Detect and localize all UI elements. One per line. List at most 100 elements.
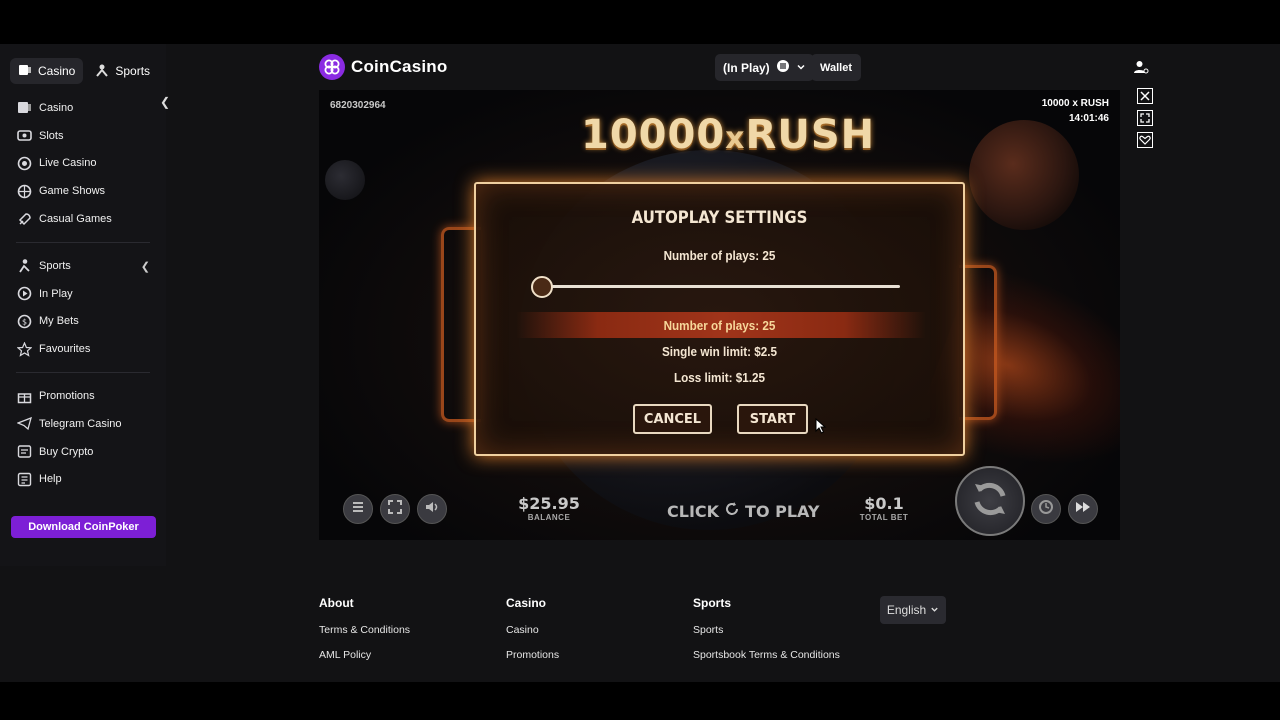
sidebar-item-favourites[interactable]: Favourites (16, 335, 166, 363)
telegram-icon (16, 415, 33, 432)
game-logo-x: x (725, 121, 746, 156)
play-icon (16, 285, 33, 302)
tab-casino[interactable]: Casino (10, 58, 84, 84)
start-button[interactable]: START (737, 404, 808, 434)
mouse-cursor-icon (815, 417, 827, 439)
footer-sports: Sports Sports Sportsbook Terms & Conditi… (693, 596, 840, 674)
moon-background (325, 160, 365, 200)
svg-text:$: $ (22, 317, 27, 326)
sidebar-item-live-casino[interactable]: Live Casino (16, 150, 166, 178)
footer-link-sports[interactable]: Sports (693, 624, 840, 636)
list-icon (776, 59, 790, 76)
game-logo-number: 10000 (581, 112, 726, 158)
user-icon[interactable] (1133, 59, 1149, 80)
fast-forward-icon (1075, 500, 1091, 518)
sidebar-item-label: My Bets (39, 315, 79, 328)
sidebar-item-slots[interactable]: Slots (16, 122, 166, 150)
game-canvas[interactable]: 6820302964 10000 x RUSH 14:01:46 10000xR… (319, 90, 1120, 540)
footer-about: About Terms & Conditions AML Policy (319, 596, 410, 674)
slider-thumb[interactable] (531, 276, 553, 298)
sidebar-item-label: Game Shows (39, 185, 106, 198)
autoplay-icon (1037, 498, 1055, 521)
sidebar-item-label: In Play (39, 287, 73, 300)
bets-icon: $ (16, 313, 33, 330)
slots-icon (16, 127, 33, 144)
number-of-plays-slider[interactable] (534, 285, 900, 288)
to-play-text: TO PLAY (745, 501, 820, 521)
fullscreen-icon (388, 499, 402, 519)
spin-button[interactable] (955, 466, 1025, 536)
game-title-text: 10000 x RUSH (1041, 98, 1109, 109)
casino-nav: Casino Slots Live Casino Game Shows Casu… (0, 94, 166, 493)
language-label: English (886, 603, 927, 617)
sidebar-item-label: Favourites (39, 343, 91, 356)
download-coinpoker-button[interactable]: Download CoinPoker (11, 516, 156, 538)
favourite-game-button[interactable] (1136, 132, 1153, 153)
language-select[interactable]: English (880, 596, 946, 624)
menu-icon (351, 500, 365, 518)
game-round-id: 6820302964 (330, 100, 386, 111)
game-clock: 14:01:46 (1068, 113, 1109, 124)
tab-sports-label: Sports (115, 64, 151, 78)
sidebar-item-label: Slots (39, 129, 64, 142)
sidebar-item-my-bets[interactable]: $ My Bets (16, 308, 166, 336)
sidebar: Casino Sports ❮ Casino Slots Live Casino (0, 44, 170, 566)
spin-icon (967, 476, 1013, 527)
autoplay-button[interactable] (1031, 494, 1061, 524)
sidebar-item-sports[interactable]: Sports ❮ (16, 252, 166, 280)
sidebar-item-label: Live Casino (39, 157, 97, 170)
summary-single-win-limit: Single win limit: $2.5 (661, 344, 778, 359)
sidebar-item-label: Promotions (39, 390, 95, 403)
sidebar-item-in-play[interactable]: In Play (16, 280, 166, 308)
footer-link-sportsbook-terms[interactable]: Sportsbook Terms & Conditions (693, 649, 840, 661)
sidebar-item-label: Buy Crypto (39, 445, 94, 458)
sidebar-item-casual-games[interactable]: Casual Games (16, 205, 166, 233)
sidebar-item-buy-crypto[interactable]: Buy Crypto (16, 438, 166, 466)
sidebar-item-label: Help (39, 473, 62, 486)
tab-sports[interactable]: Sports (87, 58, 158, 84)
footer-link-promotions[interactable]: Promotions (506, 649, 559, 661)
page-frame: Casino Sports ❮ Casino Slots Live Casino (0, 44, 1280, 682)
sidebar-item-game-shows[interactable]: Game Shows (16, 177, 166, 205)
modal-title: AUTOPLAY SETTINGS (631, 208, 808, 228)
footer-link-terms[interactable]: Terms & Conditions (319, 624, 410, 636)
footer-link-aml[interactable]: AML Policy (319, 649, 410, 661)
fullscreen-button[interactable] (380, 494, 410, 524)
divider (16, 372, 150, 374)
cancel-button[interactable]: CANCEL (633, 404, 712, 434)
footer-sports-title: Sports (693, 596, 732, 610)
coincasino-logo-icon (319, 54, 345, 80)
sidebar-item-promotions[interactable]: Promotions (16, 382, 166, 410)
sports-icon (95, 63, 109, 80)
close-icon (1136, 88, 1153, 109)
sidebar-item-label: Casual Games (39, 213, 112, 226)
chevron-left-icon[interactable]: ❮ (141, 260, 150, 273)
wallet-button[interactable]: Wallet (811, 54, 861, 81)
click-text: CLICK (667, 501, 720, 521)
total-bet-value: $0.1 (864, 494, 904, 513)
game-side-tools (1136, 88, 1153, 153)
sidebar-item-help[interactable]: Help (16, 466, 166, 494)
sound-button[interactable] (417, 494, 447, 524)
footer-link-casino[interactable]: Casino (506, 624, 559, 636)
turbo-button[interactable] (1068, 494, 1098, 524)
help-icon (16, 471, 33, 488)
expand-game-button[interactable] (1136, 110, 1153, 129)
total-bet-display[interactable]: $0.1 TOTAL BET (854, 494, 914, 522)
balance-display: $25.95 BALANCE (514, 494, 584, 522)
summary-number-of-plays: Number of plays: 25 (663, 318, 776, 333)
footer-about-title: About (319, 596, 354, 610)
sidebar-item-telegram-casino[interactable]: Telegram Casino (16, 410, 166, 438)
menu-button[interactable] (343, 494, 373, 524)
live-casino-icon (16, 155, 33, 172)
sidebar-item-casino[interactable]: Casino (16, 94, 166, 122)
game-shows-icon (16, 183, 33, 200)
site-logo[interactable]: CoinCasino (319, 54, 447, 80)
tab-casino-label: Casino (38, 64, 76, 78)
game-info: 10000 x RUSH 14:01:46 (1042, 96, 1109, 126)
in-play-dropdown[interactable]: (In Play) (715, 54, 814, 81)
divider (16, 241, 150, 243)
close-game-button[interactable] (1136, 88, 1153, 109)
sports-icon (16, 257, 33, 274)
heart-icon (1136, 132, 1153, 153)
